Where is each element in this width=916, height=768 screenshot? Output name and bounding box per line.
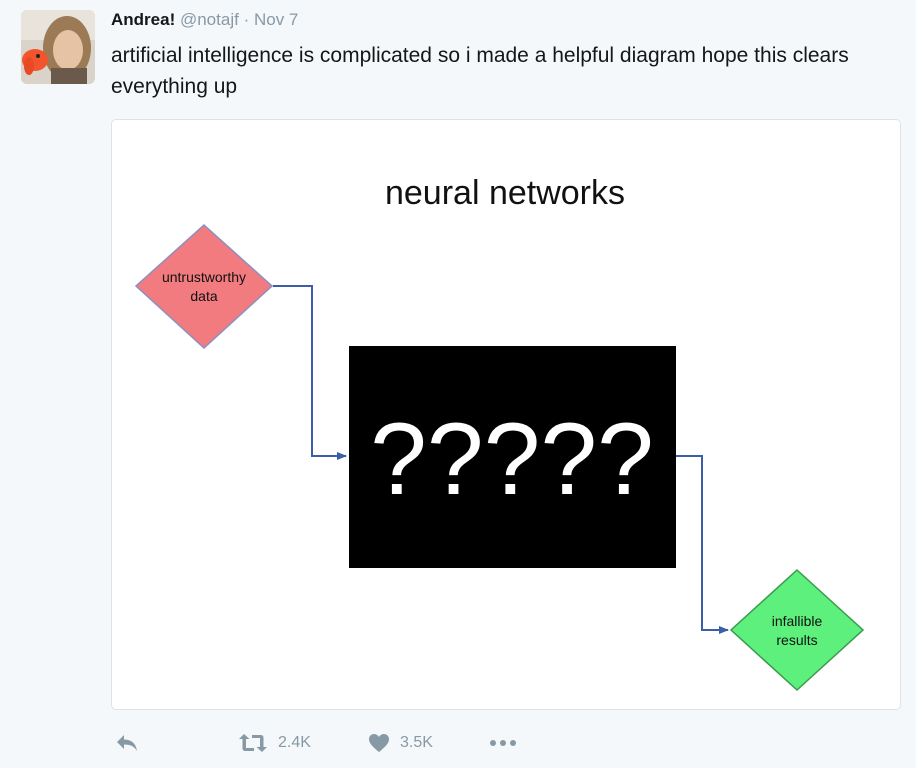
diagram: neural networks untrustworthy data ?????… — [134, 174, 865, 692]
retweet-icon — [239, 734, 267, 752]
user-handle[interactable]: @notajf — [180, 10, 239, 29]
diagram-title: neural networks — [385, 174, 625, 212]
like-button[interactable]: 3.5K — [368, 728, 433, 758]
tweet-actions: 2.4K 3.5K — [111, 728, 901, 758]
input-label-line2: data — [190, 288, 217, 304]
like-count: 3.5K — [400, 734, 433, 751]
output-connector — [676, 455, 729, 634]
reply-icon — [117, 735, 137, 751]
tweet-text: artificial intelligence is complicated s… — [111, 44, 849, 98]
retweet-count: 2.4K — [278, 734, 311, 751]
heart-icon — [369, 734, 389, 752]
output-diamond — [729, 568, 865, 692]
output-label-line1: infallible — [772, 613, 823, 629]
avatar-image — [21, 10, 95, 84]
tweet-timestamp[interactable]: Nov 7 — [254, 10, 298, 29]
input-label-line1: untrustworthy — [162, 269, 246, 285]
more-button[interactable] — [488, 728, 518, 758]
more-icon — [490, 740, 516, 746]
reply-button[interactable] — [115, 728, 139, 758]
media-card[interactable]: neural networks untrustworthy data ?????… — [111, 119, 901, 710]
black-box-label: ????? — [370, 402, 654, 516]
tweet-header: Andrea! @notajf · Nov 7 — [111, 10, 298, 30]
input-connector — [273, 285, 347, 460]
output-label-line2: results — [776, 632, 817, 648]
header-separator: · — [243, 10, 250, 29]
avatar[interactable] — [21, 10, 95, 84]
input-diamond — [134, 223, 274, 350]
display-name[interactable]: Andrea! — [111, 10, 175, 29]
retweet-button[interactable]: 2.4K — [238, 728, 311, 758]
